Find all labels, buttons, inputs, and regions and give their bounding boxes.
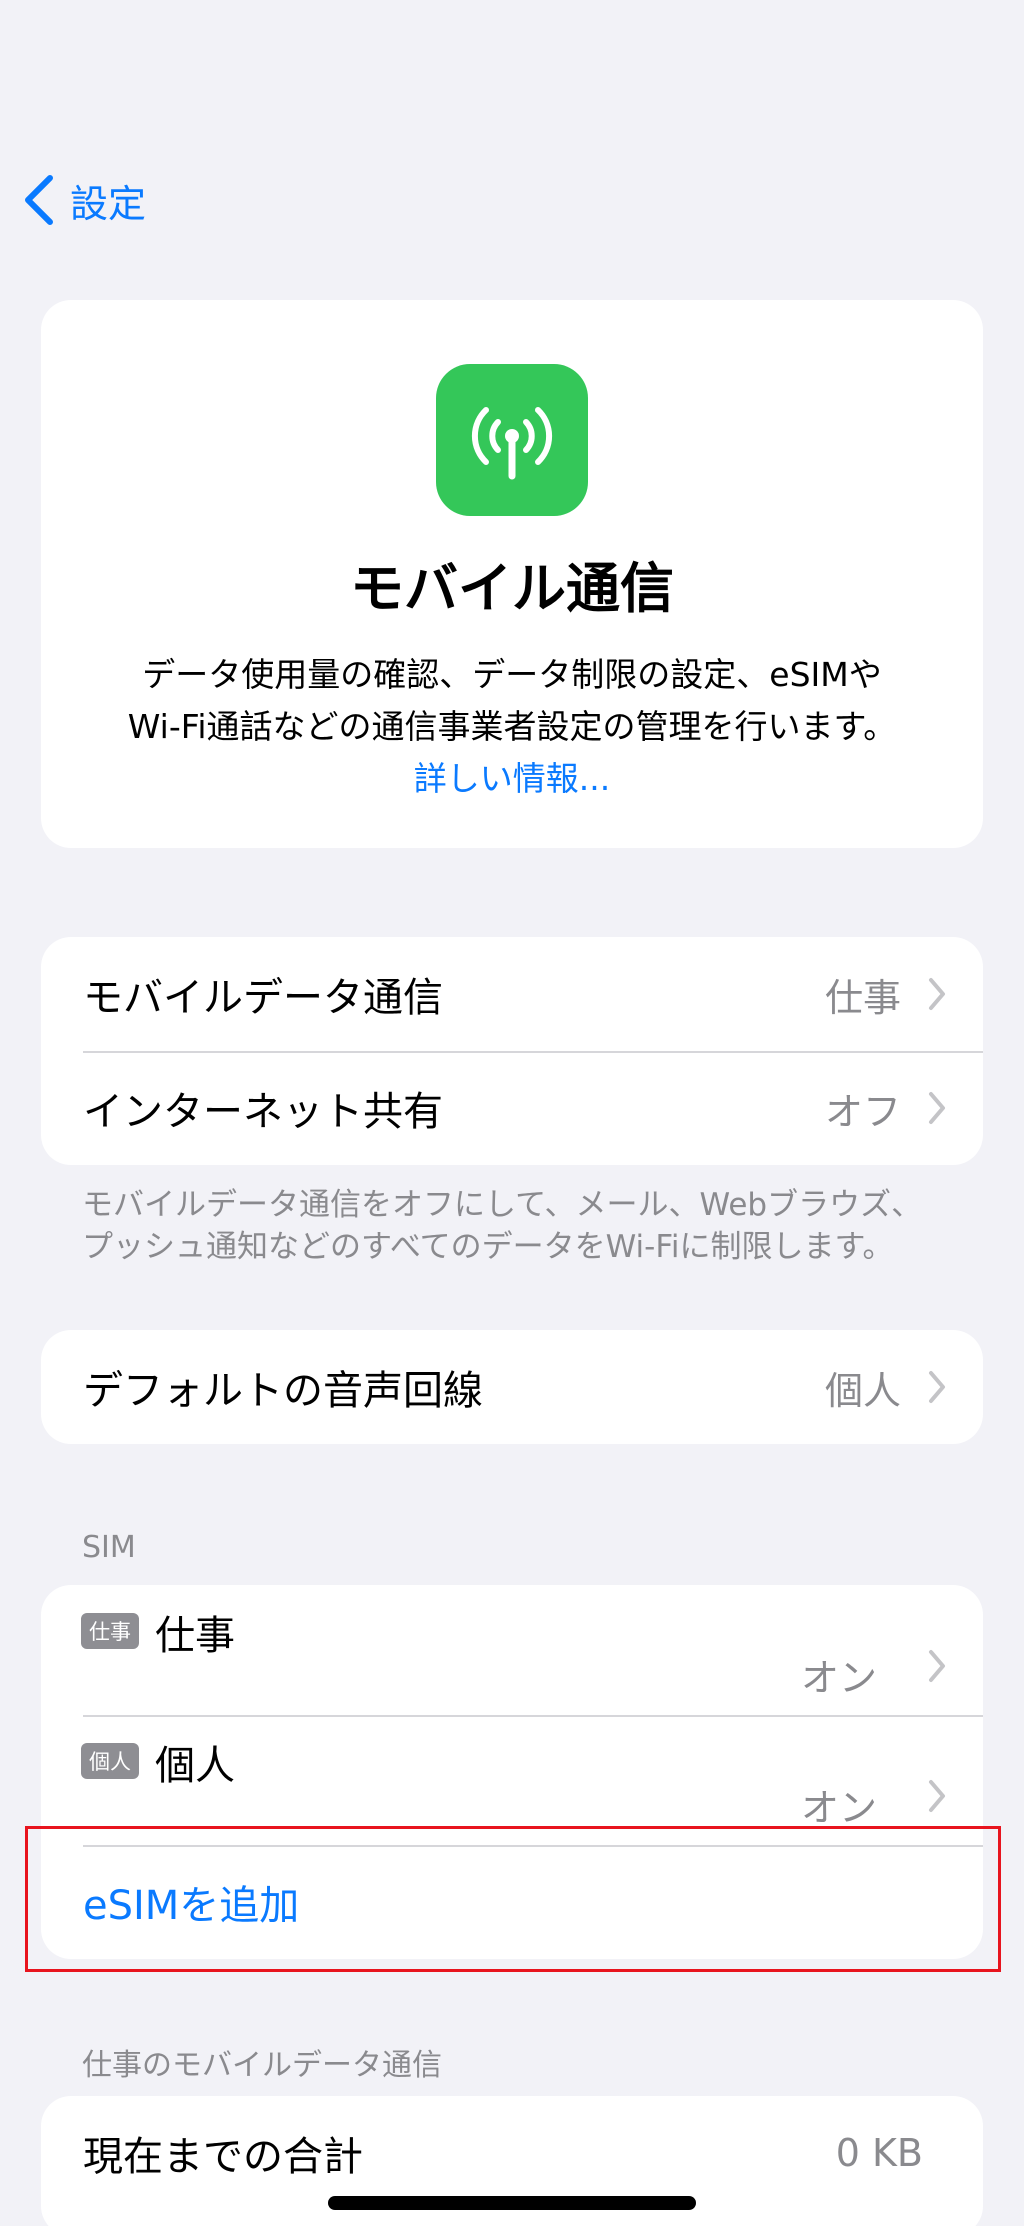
description-line: Wi-Fi通話などの通信事業者設定の管理を行います。 (127, 707, 897, 746)
row-label: デフォルトの音声回線 (83, 1368, 483, 1414)
chevron-right-icon (929, 1650, 945, 1682)
usage-section-header: 仕事のモバイルデータ通信 (82, 2048, 442, 2083)
sim-row-work[interactable]: 仕事 仕事 オン (41, 1585, 983, 1715)
footnote-line: モバイルデータ通信をオフにして、メール、Webブラウズ、 (82, 1187, 923, 1223)
sim-group: 仕事 仕事 オン 個人 個人 オン eSIMを追加 (41, 1585, 983, 1959)
cellular-data-row[interactable]: モバイルデータ通信 仕事 (41, 937, 983, 1051)
page-description: データ使用量の確認、データ制限の設定、eSIMや Wi-Fi通話などの通信事業者… (41, 649, 983, 753)
learn-more-link[interactable]: 詳しい情報... (41, 753, 983, 805)
back-button[interactable]: 設定 (20, 170, 146, 230)
personal-hotspot-row[interactable]: インターネット共有 オフ (41, 1051, 983, 1165)
row-value: 仕事 (824, 975, 901, 1020)
row-value: オフ (824, 1089, 901, 1134)
cellular-info-card: モバイル通信 データ使用量の確認、データ制限の設定、eSIMや Wi-Fi通話な… (41, 300, 983, 848)
data-settings-group: モバイルデータ通信 仕事 インターネット共有 オフ (41, 937, 983, 1165)
chevron-right-icon (929, 978, 945, 1010)
sim-badge: 仕事 (81, 1613, 139, 1649)
current-period-total-row: 現在までの合計 0 KB (41, 2096, 983, 2210)
description-line: データ使用量の確認、データ制限の設定、eSIMや (142, 655, 882, 694)
add-esim-button[interactable]: eSIMを追加 (41, 1845, 983, 1959)
chevron-right-icon (929, 1780, 945, 1812)
chevron-left-icon (25, 175, 53, 225)
sim-section-header: SIM (82, 1530, 136, 1565)
chevron-right-icon (929, 1092, 945, 1124)
page-title: モバイル通信 (350, 557, 674, 620)
sim-row-personal[interactable]: 個人 個人 オン (41, 1715, 983, 1845)
cellular-antenna-icon (436, 364, 588, 516)
row-label: 現在までの合計 (83, 2134, 363, 2180)
row-value: 0 KB (835, 2131, 923, 2175)
footnote-line: プッシュ通知などのすべてのデータをWi-Fiに制限します。 (82, 1229, 894, 1265)
sim-status: オン (800, 1656, 877, 1700)
row-label: モバイルデータ通信 (83, 975, 443, 1021)
sim-badge: 個人 (81, 1743, 139, 1779)
default-voice-line-row[interactable]: デフォルトの音声回線 個人 (41, 1330, 983, 1444)
sim-name: 個人 (155, 1743, 235, 1789)
data-footnote: モバイルデータ通信をオフにして、メール、Webブラウズ、 プッシュ通知などのすべ… (82, 1184, 962, 1268)
sim-name: 仕事 (155, 1613, 235, 1659)
add-esim-label: eSIMを追加 (83, 1883, 300, 1929)
home-indicator[interactable] (328, 2196, 696, 2210)
back-label: 設定 (70, 181, 147, 226)
chevron-right-icon (929, 1371, 945, 1403)
sim-status: オン (800, 1786, 877, 1830)
voice-settings-group: デフォルトの音声回線 個人 (41, 1330, 983, 1444)
row-label: インターネット共有 (83, 1089, 443, 1135)
row-value: 個人 (824, 1368, 901, 1413)
